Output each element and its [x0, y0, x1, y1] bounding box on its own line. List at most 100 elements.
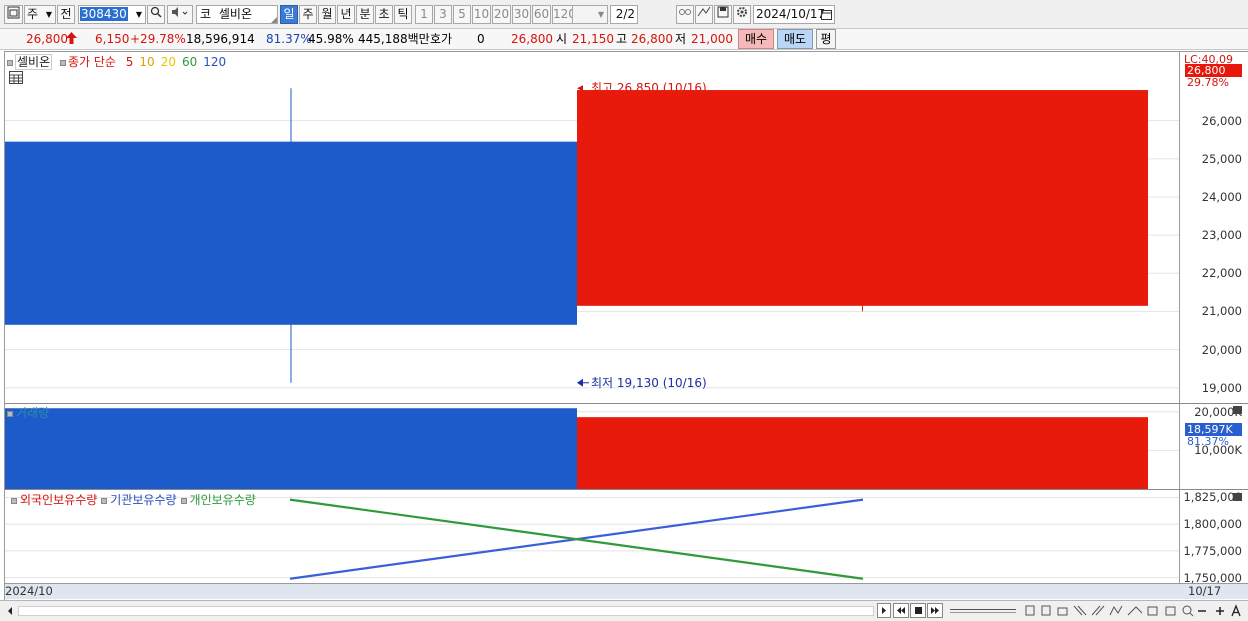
copy-icon [1025, 605, 1035, 616]
horizontal-scrollbar[interactable] [18, 606, 874, 616]
legend-marker [7, 410, 13, 417]
link-icon[interactable] [676, 5, 694, 24]
period-button[interactable]: 일 [280, 5, 298, 24]
interval-button[interactable]: 30 [512, 5, 531, 24]
chevron-down-icon: ▼ [45, 10, 52, 19]
zoom-icon [1182, 605, 1192, 615]
holdings-series-label[interactable]: 외국인보유수량 [20, 493, 97, 507]
hoga-label: 호가 [430, 32, 453, 46]
page-input[interactable]: 2/2 [610, 5, 638, 24]
y-tick-label: 21,000 [1201, 304, 1242, 319]
interval-button[interactable]: 60 [532, 5, 551, 24]
settings-gear-icon[interactable] [733, 5, 751, 24]
low-price: 21,000 [691, 32, 733, 46]
y-tick-label: 26,000 [1201, 113, 1242, 128]
low-annotation: 최저 19,130 (10/16) [591, 376, 707, 390]
panel-close-icon[interactable] [1233, 406, 1242, 414]
trend-icon [1091, 605, 1105, 616]
sell-button[interactable]: 매도 [777, 29, 813, 49]
price-panel-name[interactable]: 셀비온 [15, 54, 53, 70]
legend-marker [59, 59, 66, 66]
period-button[interactable]: 월 [318, 5, 336, 24]
ma-label[interactable]: 종가 단순 [68, 55, 116, 69]
fib-icon [1127, 606, 1143, 616]
scroll-left-icon[interactable] [4, 604, 16, 618]
drawing-tool-icon[interactable] [695, 5, 713, 24]
stop-icon[interactable] [910, 603, 926, 618]
y-tick-label: 19,000 [1201, 380, 1242, 395]
y-tick-label: 24,000 [1201, 189, 1242, 204]
price-chart[interactable]: 최고 26,850 (10/16)최저 19,130 (10/16) [5, 52, 1179, 403]
table-view-icon[interactable] [9, 71, 23, 87]
scroll-right-icon[interactable] [877, 603, 891, 618]
y-tick-label: 20,000 [1201, 342, 1242, 357]
low-label: 저 [675, 32, 687, 46]
export-icon [1165, 606, 1176, 616]
volume: 18,596,914 [186, 32, 255, 46]
eval-button[interactable]: 평 [816, 29, 836, 49]
holdings-y-axis: 1,825,000 1,800,000 1,775,000 1,750,000 [1179, 490, 1248, 585]
market-prefix: 코 [200, 7, 212, 21]
x-axis-start: 2024/10 [5, 584, 53, 598]
interval-button[interactable]: 120 [552, 5, 576, 24]
layout-icon [1041, 605, 1051, 616]
volume-title[interactable]: 거래량 [16, 406, 49, 420]
date-input[interactable]: 2024/10/17 [753, 5, 835, 24]
period-button[interactable]: 주 [299, 5, 317, 24]
ma-period-label[interactable]: 120 [203, 55, 226, 69]
ma-period-label[interactable]: 10 [139, 55, 154, 69]
price-change: 6,150 [95, 32, 130, 46]
stock-code-value: 308430 [80, 7, 128, 21]
panel-close-icon[interactable] [1233, 493, 1242, 501]
interval-button[interactable]: 5 [453, 5, 471, 24]
volume-tag-pct: 81.37% [1187, 435, 1229, 448]
x-axis-end: 10/17 [1188, 584, 1222, 598]
volume-chart[interactable] [5, 404, 1179, 489]
interval-dropdown[interactable]: ▼ [572, 5, 608, 24]
box-icon [1147, 606, 1158, 616]
open-price: 21,150 [572, 32, 614, 46]
period-type-value: 주 [27, 7, 39, 21]
volume-bar [5, 408, 577, 489]
ma-period-label[interactable]: 5 [126, 55, 134, 69]
legend-marker [7, 59, 13, 66]
holdings-series-label[interactable]: 개인보유수량 [190, 493, 256, 507]
change-percent: +29.78% [130, 32, 186, 46]
interval-button[interactable]: 10 [472, 5, 491, 24]
save-icon[interactable] [714, 5, 732, 24]
fast-forward-icon[interactable] [927, 603, 943, 618]
legend-marker [11, 497, 17, 504]
period-button[interactable]: 년 [337, 5, 355, 24]
sound-icon[interactable] [167, 5, 193, 24]
candle-body [5, 141, 577, 325]
split-icon [1057, 607, 1068, 616]
volume-panel-legend: 거래량 [7, 404, 49, 421]
period-button[interactable]: 분 [356, 5, 374, 24]
rewind-icon[interactable] [893, 603, 909, 618]
date-value: 2024/10/17 [756, 7, 826, 21]
period-button[interactable]: 틱 [394, 5, 412, 24]
stock-code-input[interactable]: 308430 ▼ [78, 5, 146, 24]
search-icon[interactable] [147, 5, 165, 24]
ma-period-label[interactable]: 60 [182, 55, 197, 69]
period-button[interactable]: 초 [375, 5, 393, 24]
candle-body [577, 90, 1148, 306]
window-layout-icon[interactable] [4, 5, 23, 24]
holdings-series-label[interactable]: 기관보유수량 [110, 493, 176, 507]
zoom-slider[interactable] [950, 609, 1016, 613]
line-tool-icon [1109, 605, 1123, 616]
interval-button[interactable]: 20 [492, 5, 511, 24]
buy-button[interactable]: 매수 [738, 29, 774, 49]
arrow-up-icon [66, 32, 77, 48]
ma-period-label[interactable]: 20 [161, 55, 176, 69]
quote-bar: 26,800 6,150 +29.78% 18,596,914 81.37% 4… [0, 29, 1248, 50]
interval-button[interactable]: 1 [415, 5, 433, 24]
prev-button[interactable]: 전 [57, 5, 75, 24]
toolbar: 주 ▼ 전 308430 ▼ 코 셀비온 일주월년분초틱 1 3 5 10 20 30 60… [0, 0, 1248, 29]
interval-button[interactable]: 3 [434, 5, 452, 24]
y-tick-label: 1,800,000 [1183, 517, 1242, 532]
trade-amount: 445,188백만 [358, 32, 430, 46]
stock-name-field[interactable]: 코 셀비온 [196, 5, 278, 24]
y-tick-label: 1,775,000 [1183, 543, 1242, 558]
period-type-select[interactable]: 주 ▼ [24, 5, 56, 24]
